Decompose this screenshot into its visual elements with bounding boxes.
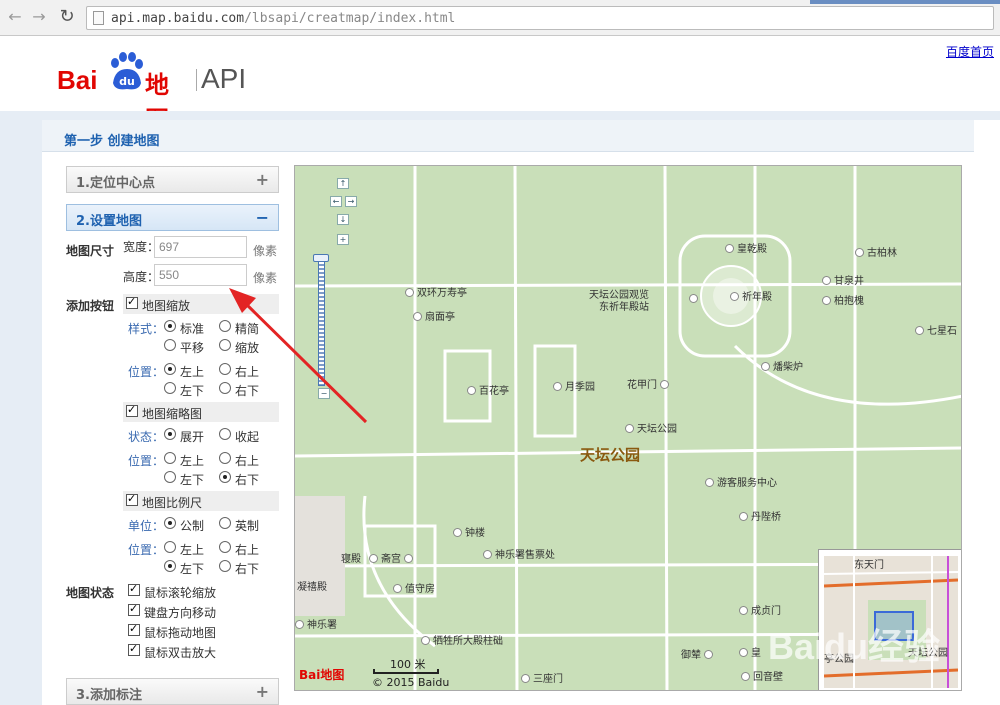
watermark-text: Baidu经验 [768,626,941,667]
annotation-arrow [229,288,368,424]
